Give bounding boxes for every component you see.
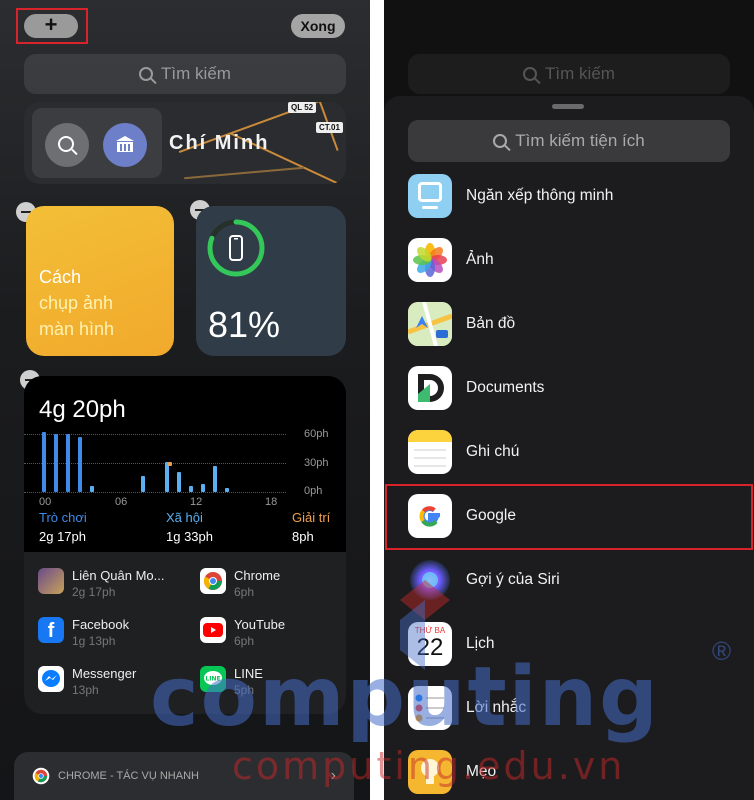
x-tick-12: 12 <box>190 496 203 508</box>
battery-widget[interactable]: 81% <box>196 206 346 356</box>
usage-bar <box>66 434 70 492</box>
app-name: Facebook <box>72 617 130 632</box>
search-bar[interactable]: Tìm kiếm <box>24 54 346 94</box>
usage-chart <box>38 432 288 492</box>
search-icon <box>58 136 74 152</box>
app-time: 13ph <box>72 683 99 697</box>
tips-line-2: chụp ảnh <box>39 293 114 313</box>
y-tick-60: 60ph <box>304 428 329 440</box>
app-row-messenger[interactable]: Messenger 13ph <box>38 666 136 698</box>
widget-label: Ngăn xếp thông minh <box>466 187 614 204</box>
y-tick-0: 0ph <box>304 485 323 497</box>
usage-bar <box>90 486 94 492</box>
background-search-bar: Tìm kiếm <box>408 54 730 94</box>
widget-search-placeholder: Tìm kiếm tiện ích <box>515 131 645 150</box>
widget-item-notes[interactable]: Ghi chú <box>384 420 754 484</box>
chrome-icon <box>32 767 50 785</box>
usage-bar <box>189 486 193 492</box>
app-time: 1g 13ph <box>72 634 116 648</box>
road-tag-ct01: CT.01 <box>316 122 343 133</box>
app-time: 2g 17ph <box>72 585 116 599</box>
widget-label: Bản đồ <box>466 315 516 332</box>
maps-widget[interactable]: QL 52 CT.01 Chí Minh <box>24 102 346 184</box>
map-place-button[interactable] <box>103 123 147 167</box>
app-name: Chrome <box>234 568 281 583</box>
registered-mark: ® <box>712 636 732 666</box>
widget-item-documents[interactable]: Documents <box>384 356 754 420</box>
photos-icon <box>408 238 452 282</box>
app-row-youtube[interactable]: YouTube 6ph <box>200 617 285 649</box>
usage-bar <box>141 476 145 492</box>
x-tick-18: 18 <box>265 496 278 508</box>
search-icon <box>493 134 508 148</box>
y-tick-30: 30ph <box>304 457 329 469</box>
building-icon <box>116 136 134 152</box>
search-placeholder: Tìm kiếm <box>545 64 615 83</box>
smart-stack-icon <box>408 174 452 218</box>
usage-bar <box>225 488 229 492</box>
notes-icon <box>408 430 452 474</box>
screen-time-total: 4g 20ph <box>39 396 126 423</box>
usage-bar <box>78 437 82 492</box>
usage-bar <box>42 432 46 492</box>
search-placeholder: Tìm kiếm <box>161 64 231 83</box>
app-row-lienquan[interactable]: Liên Quân Mo... 2g 17ph <box>38 568 165 600</box>
battery-percent: 81% <box>208 304 281 345</box>
widget-label: Gợi ý của Siri <box>466 571 560 588</box>
app-name: YouTube <box>234 617 286 632</box>
widget-label: Ảnh <box>466 251 494 268</box>
phone-icon <box>229 235 243 261</box>
category-games-time: 2g 17ph <box>39 529 86 544</box>
x-tick-00: 00 <box>39 496 52 508</box>
maps-icon <box>408 302 452 346</box>
category-games: Trò chơi <box>39 510 87 525</box>
search-icon <box>523 67 538 81</box>
facebook-icon: f <box>38 617 64 643</box>
watermark-url: computing.edu.vn <box>232 744 626 788</box>
search-icon <box>139 67 154 81</box>
watermark-text: computing <box>150 650 660 745</box>
widget-label: Documents <box>466 379 545 396</box>
category-social: Xã hội <box>166 510 203 525</box>
youtube-icon <box>200 617 226 643</box>
usage-bar <box>177 472 181 492</box>
widget-search-input[interactable]: Tìm kiếm tiện ích <box>408 120 730 162</box>
map-shortcuts <box>32 108 162 178</box>
app-time: 6ph <box>234 585 255 599</box>
tips-widget[interactable]: Cách chụp ảnh màn hình <box>26 206 174 356</box>
usage-bar <box>165 462 169 492</box>
tips-line-1: Cách <box>39 267 82 287</box>
app-name: Liên Quân Mo... <box>72 568 165 583</box>
messenger-icon <box>38 666 64 692</box>
road-tag-ql52: QL 52 <box>288 102 317 113</box>
highlight-add-button <box>16 8 88 44</box>
x-tick-06: 06 <box>115 496 128 508</box>
highlight-google-item <box>385 484 753 550</box>
battery-ring <box>207 219 265 277</box>
usage-bar <box>168 462 172 466</box>
map-search-button[interactable] <box>45 123 89 167</box>
app-time: 6ph <box>234 634 255 648</box>
widget-item-maps[interactable]: Bản đồ <box>384 292 754 356</box>
done-button[interactable]: Xong <box>291 14 345 38</box>
tips-line-3: màn hình <box>39 319 115 339</box>
sheet-grabber[interactable] <box>552 104 584 109</box>
usage-bar <box>201 484 205 492</box>
chrome-icon <box>200 568 226 594</box>
category-entertainment: Giải trí <box>292 510 331 525</box>
app-name: Messenger <box>72 666 137 681</box>
category-entertainment-time: 8ph <box>292 529 314 544</box>
widget-item-smart-stack[interactable]: Ngăn xếp thông minh <box>384 164 754 228</box>
app-row-facebook[interactable]: f Facebook 1g 13ph <box>38 617 129 649</box>
documents-icon <box>408 366 452 410</box>
chrome-bar-label: CHROME - TÁC VỤ NHANH <box>58 770 199 782</box>
usage-bar <box>54 434 58 492</box>
lienquan-icon <box>38 568 64 594</box>
category-social-time: 1g 33ph <box>166 529 213 544</box>
map-city-label: Chí Minh <box>169 132 270 154</box>
usage-bar <box>213 466 217 492</box>
widget-label: Ghi chú <box>466 443 520 460</box>
app-row-chrome[interactable]: Chrome 6ph <box>200 568 280 600</box>
widget-item-photos[interactable]: Ảnh <box>384 228 754 292</box>
